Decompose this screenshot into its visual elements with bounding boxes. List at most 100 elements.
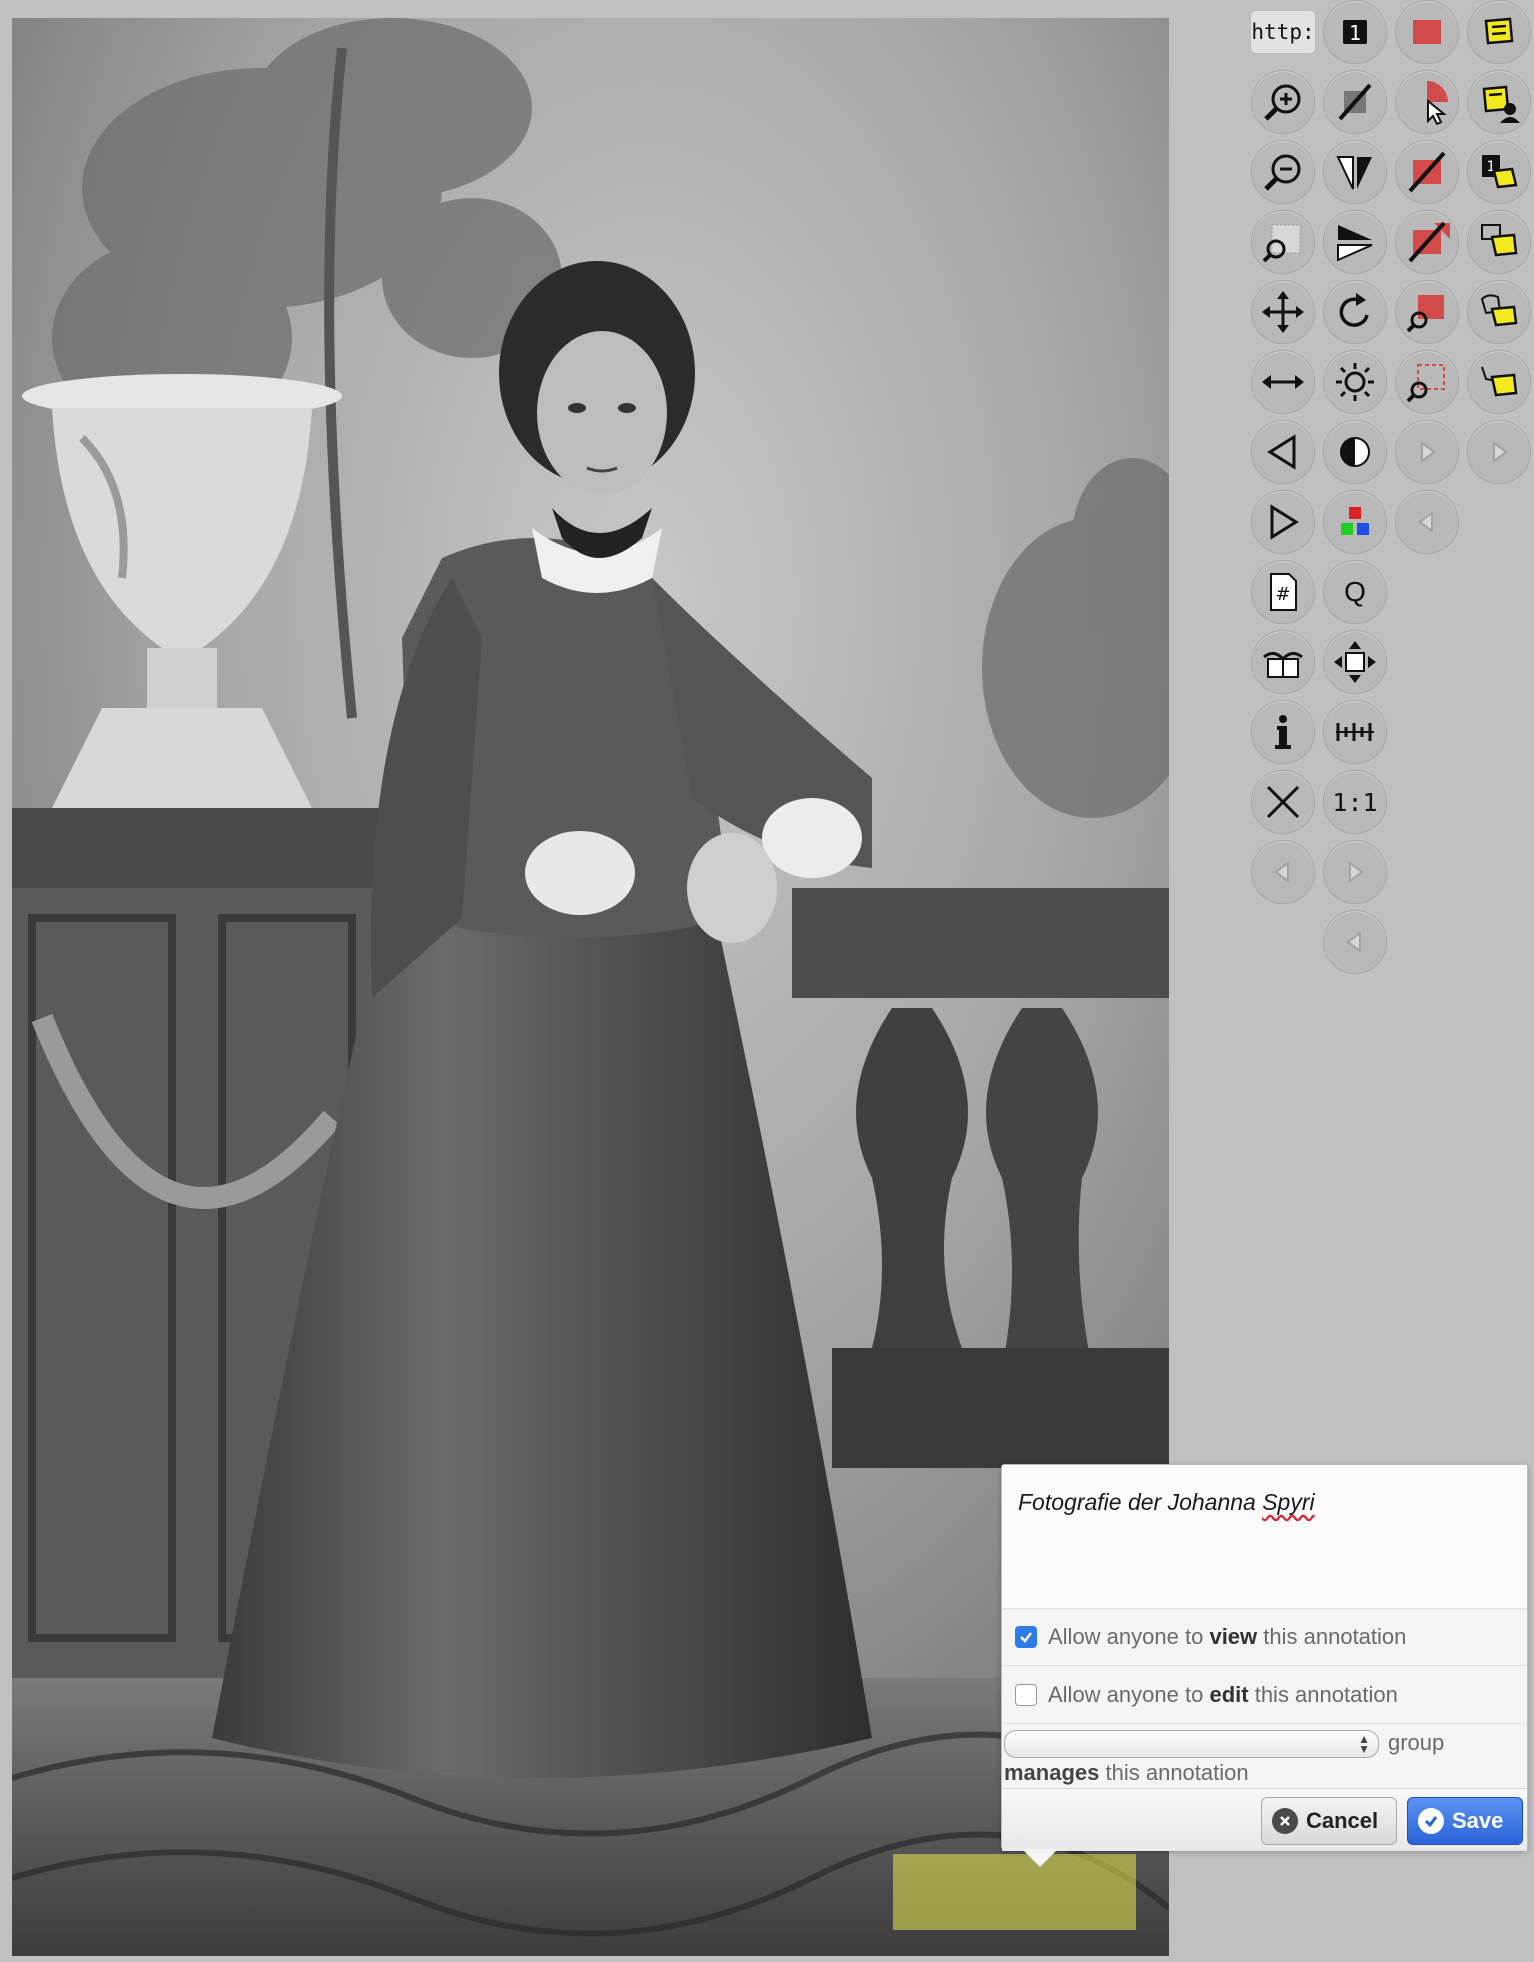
delete-red-rectangle-icon [1408, 151, 1446, 193]
ruler-icon [1336, 723, 1374, 741]
page-annotation-button[interactable]: 1 [1467, 140, 1531, 204]
save-label: Save [1452, 1808, 1504, 1833]
zoom-window-button[interactable] [1251, 210, 1315, 274]
comment-annotation-button[interactable] [1467, 210, 1531, 274]
previous-page-button[interactable] [1251, 420, 1315, 484]
next-disabled-secondary-button[interactable] [1467, 420, 1531, 484]
annotate-rectangle-button[interactable] [1395, 0, 1459, 64]
editor-button-bar: Cancel Save [1002, 1788, 1527, 1851]
edit-permission-bold: edit [1209, 1681, 1249, 1707]
yellow-scroll-icon [1484, 17, 1514, 45]
quality-label: Q [1344, 576, 1366, 607]
group-select[interactable]: ▲ ▼ [1004, 1730, 1379, 1758]
original-size-button[interactable]: 1:1 [1323, 770, 1387, 834]
annotations-list-button[interactable] [1467, 0, 1531, 64]
zoom-out-icon [1264, 154, 1301, 191]
rotate-button[interactable] [1323, 280, 1387, 344]
group-label: group [1388, 1730, 1445, 1755]
arrow-right-disabled-icon [1421, 441, 1436, 463]
quality-button[interactable]: Q [1323, 560, 1387, 624]
next-page-button[interactable] [1251, 490, 1315, 554]
arrow-left-disabled-bottom-icon [1274, 861, 1289, 883]
annotation-text: Fotografie der Johanna [1018, 1489, 1263, 1515]
annotation-highlight-region[interactable] [893, 1854, 1136, 1930]
back-disabled-secondary-button[interactable] [1323, 910, 1387, 974]
cancel-button[interactable]: Cancel [1261, 1797, 1397, 1845]
info-button[interactable] [1251, 700, 1315, 764]
edit-permission-prefix: Allow anyone to [1048, 1681, 1204, 1707]
mirror-horizontal-icon [1337, 225, 1373, 262]
group-description-rest: this annotation [1099, 1760, 1249, 1785]
fit-width-icon [1262, 375, 1304, 389]
comment-note-secondary-icon [1480, 294, 1518, 327]
previous-disabled-button[interactable] [1395, 490, 1459, 554]
pan-button[interactable] [1251, 280, 1315, 344]
popup-pointer [1022, 1849, 1058, 1867]
open-book-icon [1263, 652, 1303, 678]
next-disabled-button[interactable] [1395, 420, 1459, 484]
cancel-label: Cancel [1306, 1808, 1379, 1833]
zoom-out-button[interactable] [1251, 140, 1315, 204]
view-permission-row[interactable]: Allow anyone to view this annotation [1002, 1609, 1527, 1666]
annotation-text-area[interactable]: Fotografie der Johanna Spyri [1002, 1465, 1527, 1609]
brightness-sun-icon [1336, 363, 1374, 401]
back-disabled-button[interactable] [1251, 840, 1315, 904]
edit-permission-row[interactable]: Allow anyone to edit this annotation [1002, 1666, 1527, 1724]
mirror-horizontal-button[interactable] [1323, 210, 1387, 274]
zoom-selection-button[interactable] [1395, 350, 1459, 414]
scroll-user-icon [1482, 85, 1520, 123]
book-mode-button[interactable] [1251, 630, 1315, 694]
edit-permission-checkbox[interactable] [1015, 1683, 1037, 1706]
arrow-right-disabled-secondary-icon [1493, 441, 1508, 463]
group-manages-bold: manages [1004, 1760, 1100, 1785]
forward-disabled-button[interactable] [1323, 840, 1387, 904]
zoom-annotation-button[interactable] [1395, 280, 1459, 344]
annotation-text-misspelled-word: Spyri [1262, 1489, 1315, 1515]
ratio-label: 1:1 [1332, 787, 1378, 817]
triangle-left-icon [1267, 434, 1296, 470]
user-annotations-button[interactable] [1467, 70, 1531, 134]
mirror-vertical-button[interactable] [1323, 140, 1387, 204]
brightness-button[interactable] [1323, 350, 1387, 414]
page-one-button[interactable]: 1 [1323, 0, 1387, 64]
reply-annotation-button[interactable] [1467, 350, 1531, 414]
contrast-icon [1340, 437, 1370, 467]
delete-annotation-button[interactable] [1395, 140, 1459, 204]
page-number-one-icon: 1 [1343, 20, 1367, 45]
rgb-squares-icon [1341, 507, 1369, 535]
photo-viewer[interactable] [12, 18, 1169, 1956]
close-button[interactable] [1251, 770, 1315, 834]
region-pointer-icon [1427, 81, 1448, 125]
info-icon [1275, 715, 1291, 749]
arrow-right-disabled-bottom-icon [1349, 861, 1364, 883]
rgb-channels-button[interactable] [1323, 490, 1387, 554]
view-permission-prefix: Allow anyone to [1048, 1624, 1204, 1649]
page-number-button[interactable]: # [1251, 560, 1315, 624]
http-link-button[interactable]: http: [1250, 10, 1316, 54]
delete-partial-annotation-button[interactable] [1395, 210, 1459, 274]
group-row: ▲ ▼ group manages this annotation [1002, 1724, 1527, 1788]
measure-button[interactable] [1323, 700, 1387, 764]
zoom-red-rectangle-icon [1406, 295, 1444, 333]
svg-text:1: 1 [1349, 21, 1361, 45]
view-permission-bold: view [1209, 1624, 1258, 1649]
contrast-button[interactable] [1323, 420, 1387, 484]
scroll-navigation-button[interactable] [1323, 630, 1387, 694]
fit-width-button[interactable] [1251, 350, 1315, 414]
view-permission-suffix: this annotation [1263, 1624, 1407, 1649]
comment-annotation-secondary-button[interactable] [1467, 280, 1531, 344]
select-region-button[interactable] [1395, 70, 1459, 134]
comment-note-icon [1481, 224, 1518, 257]
arrow-left-disabled-icon [1418, 511, 1433, 533]
delete-red-region-icon [1408, 221, 1450, 263]
zoom-in-icon [1264, 84, 1301, 121]
checkmark-icon [1020, 1632, 1032, 1643]
edit-permission-suffix: this annotation [1254, 1681, 1398, 1707]
arrow-left-disabled-last-icon [1346, 931, 1361, 953]
scroll-arrows-icon [1334, 641, 1376, 683]
view-permission-checkbox[interactable] [1015, 1626, 1037, 1648]
save-button[interactable]: Save [1407, 1797, 1523, 1845]
hide-page-button[interactable] [1323, 70, 1387, 134]
svg-text:#: # [1275, 584, 1290, 605]
zoom-in-button[interactable] [1251, 70, 1315, 134]
